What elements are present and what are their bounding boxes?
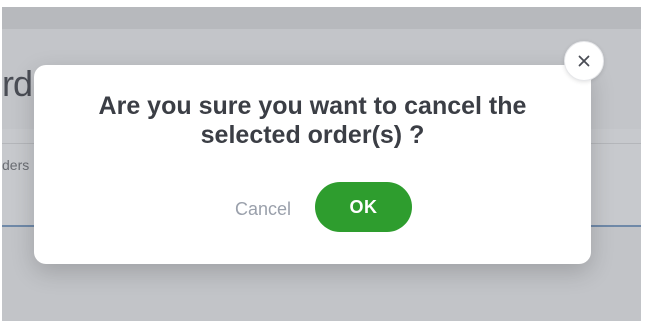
dialog-message-line-2: selected order(s) ? (200, 121, 425, 149)
close-dialog-button[interactable] (564, 41, 604, 81)
cancel-button[interactable]: Cancel (203, 195, 323, 223)
dialog-message: Are you sure you want to cancel the sele… (34, 92, 591, 150)
ok-button[interactable]: OK (315, 182, 412, 232)
dialog-message-line-1: Are you sure you want to cancel the (98, 92, 527, 120)
close-icon (578, 55, 590, 67)
background-topbar (2, 7, 641, 29)
background-page-title: rd (2, 63, 33, 104)
confirm-cancel-dialog: Are you sure you want to cancel the sele… (34, 65, 591, 264)
background-tab-orders: ders (2, 157, 30, 173)
